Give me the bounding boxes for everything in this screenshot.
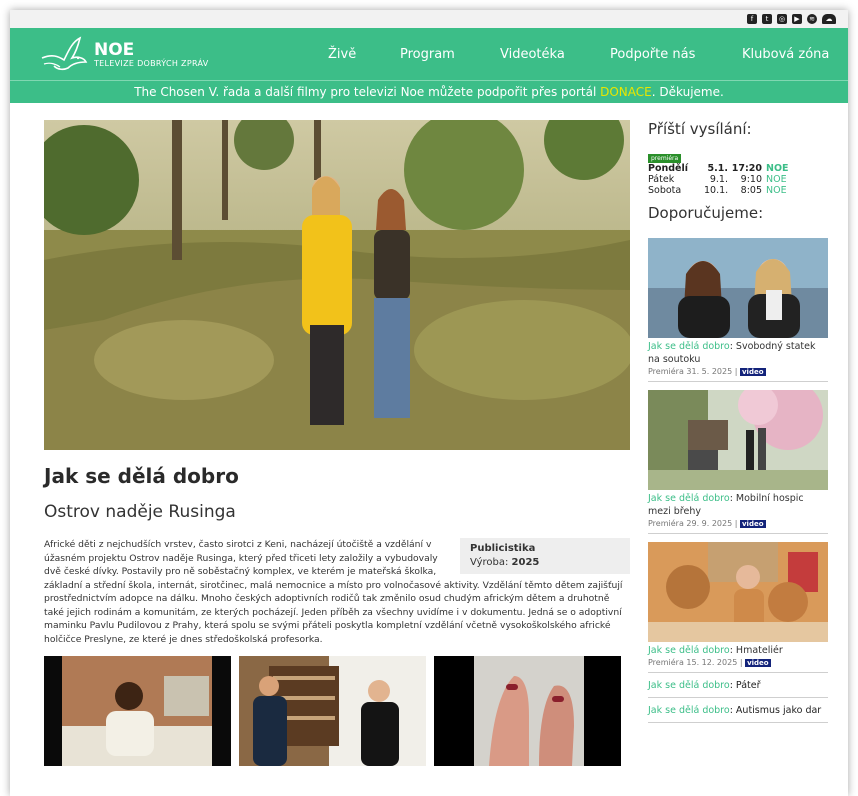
social-bar: f t ◎ ▶ ≋ ☁ [10, 10, 848, 28]
schedule-time: 8:05 [740, 185, 762, 196]
series-link[interactable]: Jak se dělá dobro [648, 645, 730, 656]
soundcloud-icon[interactable]: ☁ [822, 14, 836, 24]
production-year: Výroba: 2025 [470, 556, 630, 570]
recommendation-caption[interactable]: Jak se dělá dobro: Svobodný statek na so… [648, 340, 828, 366]
schedule: premiéra Pondělí 5.1. 17:20 NOE Pátek 9.… [648, 152, 828, 196]
divider [648, 381, 828, 382]
schedule-date: 10.1. [704, 185, 729, 196]
schedule-date: 9.1. [709, 174, 728, 185]
text-link-item[interactable]: Jak se dělá dobro: Autismus jako dar [648, 698, 828, 723]
episode-title[interactable]: : Autismus jako dar [730, 705, 822, 716]
premiere-date: Premiéra 15. 12. 2025 | [648, 658, 746, 667]
donation-link[interactable]: DONACE [600, 85, 652, 99]
menu-item-club[interactable]: Klubová zóna [742, 47, 829, 62]
episode-title[interactable]: : Hmateliér [730, 645, 783, 656]
instagram-icon[interactable]: ◎ [777, 14, 787, 24]
premiere-date: Premiéra 29. 9. 2025 | [648, 519, 740, 528]
video-badge[interactable]: video [739, 368, 766, 376]
article-title: Jak se dělá dobro [44, 464, 239, 488]
spotify-icon[interactable]: ≋ [807, 14, 817, 24]
gallery [44, 656, 630, 766]
divider [648, 533, 828, 534]
gallery-image[interactable] [239, 656, 426, 766]
article: Jak se dělá dobro Ostrov naděje Rusinga … [44, 120, 630, 766]
recommend-title: Doporučujeme: [648, 204, 764, 222]
gallery-image[interactable] [434, 656, 621, 766]
article-body-wrap: Publicistika Výroba: 2025 Africké děti z… [44, 538, 630, 646]
schedule-channel[interactable]: NOE [766, 174, 787, 185]
banner-text: The Chosen V. řada a další filmy pro tel… [134, 85, 601, 99]
schedule-time: 9:10 [740, 174, 762, 185]
recommendation-card[interactable]: Jak se dělá dobro: Svobodný statek na so… [648, 238, 828, 382]
episode-title[interactable]: : Páteř [730, 680, 761, 691]
menu-item-program[interactable]: Program [400, 47, 455, 62]
twitter-icon[interactable]: t [762, 14, 772, 24]
sidebar: Příští vysílání: premiéra Pondělí 5.1. 1… [648, 120, 828, 723]
main-nav: NOE TELEVIZE DOBRÝCH ZPRÁV Živě Program … [10, 28, 848, 80]
facebook-icon[interactable]: f [747, 14, 757, 24]
youtube-icon[interactable]: ▶ [792, 14, 802, 24]
recommendation-caption[interactable]: Jak se dělá dobro: Hmateliér [648, 644, 828, 657]
schedule-channel[interactable]: NOE [766, 163, 789, 174]
recommendation-card[interactable]: Jak se dělá dobro: Mobilní hospic mezi b… [648, 390, 828, 534]
dove-logo-icon [41, 36, 88, 71]
schedule-channel[interactable]: NOE [766, 185, 787, 196]
premiere-badge: premiéra [648, 154, 682, 163]
recommendation-image[interactable] [648, 390, 828, 490]
schedule-row: Pátek 9.1. 9:10 NOE [648, 174, 828, 185]
recommendation-caption[interactable]: Jak se dělá dobro: Mobilní hospic mezi b… [648, 492, 828, 518]
schedule-row: Pondělí 5.1. 17:20 NOE [648, 163, 828, 174]
info-box: Publicistika Výroba: 2025 [460, 538, 630, 574]
browser-page: f t ◎ ▶ ≋ ☁ NOE TELEVIZE DOBRÝCH ZPRÁV Ž… [10, 10, 848, 796]
series-link[interactable]: Jak se dělá dobro [648, 341, 730, 352]
gallery-image[interactable] [44, 656, 231, 766]
site-logo[interactable]: NOE TELEVIZE DOBRÝCH ZPRÁV [38, 34, 298, 74]
schedule-day: Pátek [648, 174, 675, 185]
schedule-day: Sobota [648, 185, 682, 196]
video-badge[interactable]: video [745, 659, 771, 667]
recommendation-meta: Premiéra 15. 12. 2025 | video [648, 658, 828, 667]
banner-text-end: . Děkujeme. [651, 85, 724, 99]
recommendation-meta: Premiéra 31. 5. 2025 | video [648, 367, 828, 376]
schedule-time: 17:20 [731, 163, 762, 174]
video-badge[interactable]: video [739, 520, 766, 528]
donation-banner: The Chosen V. řada a další filmy pro tel… [10, 80, 848, 103]
recommendation-image[interactable] [648, 238, 828, 338]
brand-tagline: TELEVIZE DOBRÝCH ZPRÁV [94, 58, 209, 68]
year-value: 2025 [511, 557, 540, 568]
schedule-day: Pondělí [648, 163, 689, 174]
article-subtitle: Ostrov naděje Rusinga [44, 502, 236, 522]
recommendation-image[interactable] [648, 542, 828, 642]
genre-label: Publicistika [470, 543, 536, 554]
recommendation-meta: Premiéra 29. 9. 2025 | video [648, 519, 828, 528]
menu-item-videoteka[interactable]: Videotéka [500, 47, 565, 62]
year-label: Výroba: [470, 557, 509, 568]
next-broadcast-title: Příští vysílání: [648, 120, 752, 138]
menu-item-live[interactable]: Živě [328, 47, 356, 62]
text-link-item[interactable]: Jak se dělá dobro: Páteř [648, 673, 828, 698]
premiere-date: Premiéra 31. 5. 2025 | [648, 367, 740, 376]
schedule-row: Sobota 10.1. 8:05 NOE [648, 185, 828, 196]
brand-name: NOE [94, 39, 135, 60]
recommendation-card[interactable]: Jak se dělá dobro: Hmateliér Premiéra 15… [648, 542, 828, 673]
menu-item-support[interactable]: Podpořte nás [610, 47, 695, 62]
hero-image [44, 120, 630, 450]
series-link[interactable]: Jak se dělá dobro [648, 705, 730, 716]
series-link[interactable]: Jak se dělá dobro [648, 493, 730, 504]
schedule-date: 5.1. [707, 163, 728, 174]
series-link[interactable]: Jak se dělá dobro [648, 680, 730, 691]
